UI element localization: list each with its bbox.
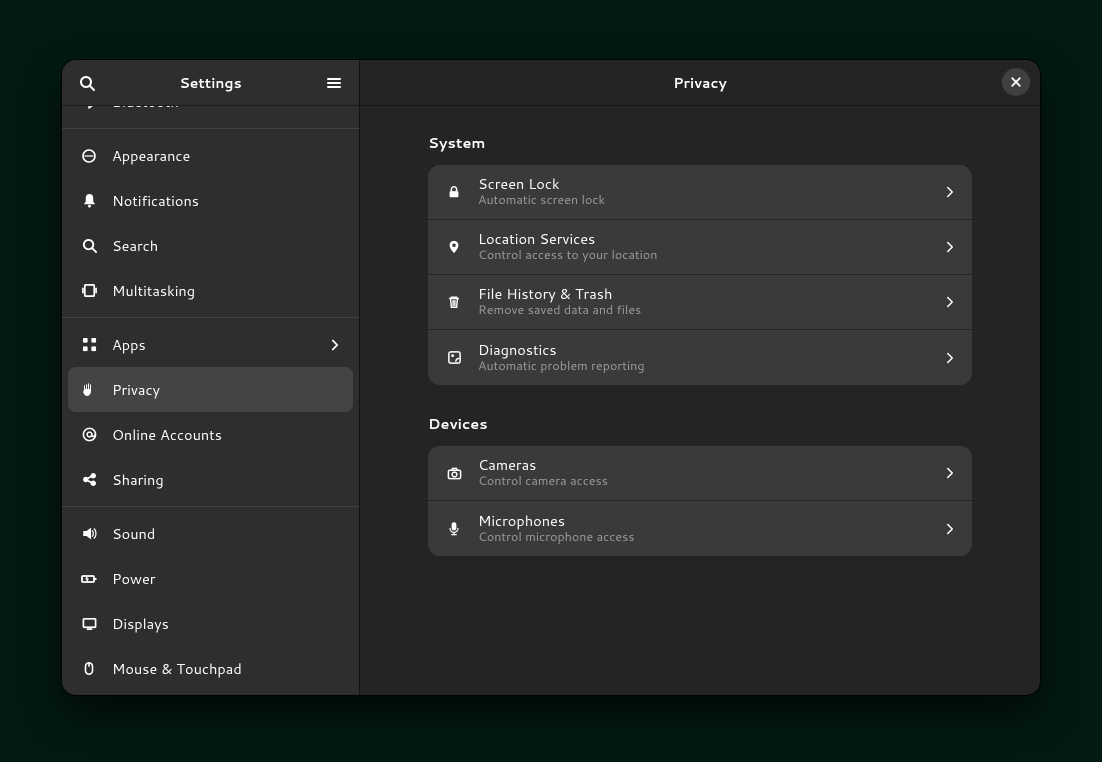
sidebar-item-label: Online Accounts [112, 424, 222, 445]
at-icon [80, 426, 98, 444]
sidebar-item-label: Bluetooth [112, 106, 179, 112]
row-subtitle: Control microphone access [478, 530, 930, 546]
row-text: Microphones Control microphone access [478, 512, 930, 546]
chevron-right-icon [944, 467, 956, 479]
row-subtitle: Automatic problem reporting [478, 359, 930, 375]
search-icon [79, 75, 95, 91]
close-button[interactable] [1002, 68, 1030, 96]
sidebar-item-label: Appearance [112, 145, 190, 166]
search-button[interactable] [72, 68, 102, 98]
trash-icon [444, 292, 464, 312]
sidebar-item-label: Sound [112, 523, 155, 544]
sidebar-item-notifications[interactable]: Notifications [62, 178, 359, 223]
row-microphones[interactable]: Microphones Control microphone access [428, 501, 972, 556]
row-text: Diagnostics Automatic problem reporting [478, 341, 930, 375]
sidebar-separator [62, 128, 359, 129]
sidebar-item-sharing[interactable]: Sharing [62, 457, 359, 502]
sidebar-item-label: Displays [112, 613, 169, 634]
sidebar-item-multitasking[interactable]: Multitasking [62, 268, 359, 313]
row-subtitle: Control camera access [478, 474, 930, 490]
diagnostics-icon [444, 348, 464, 368]
bluetooth-icon [80, 106, 98, 111]
sidebar: Settings Bluetooth [62, 60, 360, 695]
hand-icon [80, 381, 98, 399]
sidebar-item-label: Mouse & Touchpad [112, 658, 242, 679]
row-file-history[interactable]: File History & Trash Remove saved data a… [428, 275, 972, 330]
settings-window: Settings Bluetooth [62, 60, 1040, 695]
row-screen-lock[interactable]: Screen Lock Automatic screen lock [428, 165, 972, 220]
sidebar-item-label: Privacy [112, 379, 160, 400]
apps-icon [80, 336, 98, 354]
bell-icon [80, 192, 98, 210]
main-pane: Privacy System Screen Lock Automatic scr… [360, 60, 1040, 695]
page-title: Privacy [673, 73, 727, 93]
sidebar-item-label: Search [112, 235, 158, 256]
sidebar-item-displays[interactable]: Displays [62, 601, 359, 646]
sidebar-list: Bluetooth Appearance Notifications [62, 106, 359, 691]
row-text: Screen Lock Automatic screen lock [478, 175, 930, 209]
sidebar-item-label: Power [112, 568, 155, 589]
chevron-right-icon [944, 352, 956, 364]
lock-icon [444, 182, 464, 202]
row-subtitle: Control access to your location [478, 248, 930, 264]
chevron-right-icon [944, 186, 956, 198]
sidebar-separator [62, 506, 359, 507]
card-list-devices: Cameras Control camera access Microphone… [428, 446, 972, 556]
sidebar-item-online-accounts[interactable]: Online Accounts [62, 412, 359, 457]
appearance-icon [80, 147, 98, 165]
search-icon [80, 237, 98, 255]
row-text: File History & Trash Remove saved data a… [478, 285, 930, 319]
sidebar-item-apps[interactable]: Apps [62, 322, 359, 367]
hamburger-icon [326, 75, 342, 91]
sidebar-item-appearance[interactable]: Appearance [62, 133, 359, 178]
row-diagnostics[interactable]: Diagnostics Automatic problem reporting [428, 330, 972, 385]
sidebar-item-label: Apps [112, 334, 146, 355]
sidebar-item-mouse[interactable]: Mouse & Touchpad [62, 646, 359, 691]
row-subtitle: Automatic screen lock [478, 193, 930, 209]
section-header-devices: Devices [428, 413, 972, 434]
close-icon [1010, 76, 1022, 88]
row-subtitle: Remove saved data and files [478, 303, 930, 319]
sidebar-item-sound[interactable]: Sound [62, 511, 359, 556]
row-location[interactable]: Location Services Control access to your… [428, 220, 972, 275]
sidebar-item-search[interactable]: Search [62, 223, 359, 268]
mouse-icon [80, 660, 98, 678]
multitasking-icon [80, 282, 98, 300]
main-body: System Screen Lock Automatic screen lock [360, 106, 1040, 695]
chevron-right-icon [329, 339, 341, 351]
chevron-right-icon [944, 523, 956, 535]
microphone-icon [444, 519, 464, 539]
chevron-right-icon [944, 296, 956, 308]
battery-icon [80, 570, 98, 588]
sidebar-item-bluetooth[interactable]: Bluetooth [62, 106, 359, 124]
speaker-icon [80, 525, 98, 543]
card-list-system: Screen Lock Automatic screen lock Locati… [428, 165, 972, 385]
section-header-system: System [428, 132, 972, 153]
hamburger-menu-button[interactable] [319, 68, 349, 98]
row-text: Location Services Control access to your… [478, 230, 930, 264]
sidebar-header: Settings [62, 60, 359, 106]
sidebar-scroll[interactable]: Bluetooth Appearance Notifications [62, 106, 359, 695]
sidebar-item-label: Multitasking [112, 280, 195, 301]
location-icon [444, 237, 464, 257]
camera-icon [444, 463, 464, 483]
sidebar-item-privacy[interactable]: Privacy [68, 367, 353, 412]
row-cameras[interactable]: Cameras Control camera access [428, 446, 972, 501]
share-icon [80, 471, 98, 489]
chevron-right-icon [944, 241, 956, 253]
sidebar-item-label: Notifications [112, 190, 199, 211]
sidebar-item-label: Sharing [112, 469, 164, 490]
display-icon [80, 615, 98, 633]
sidebar-separator [62, 317, 359, 318]
main-header: Privacy [360, 60, 1040, 106]
sidebar-item-power[interactable]: Power [62, 556, 359, 601]
sidebar-title: Settings [179, 73, 241, 93]
row-text: Cameras Control camera access [478, 456, 930, 490]
